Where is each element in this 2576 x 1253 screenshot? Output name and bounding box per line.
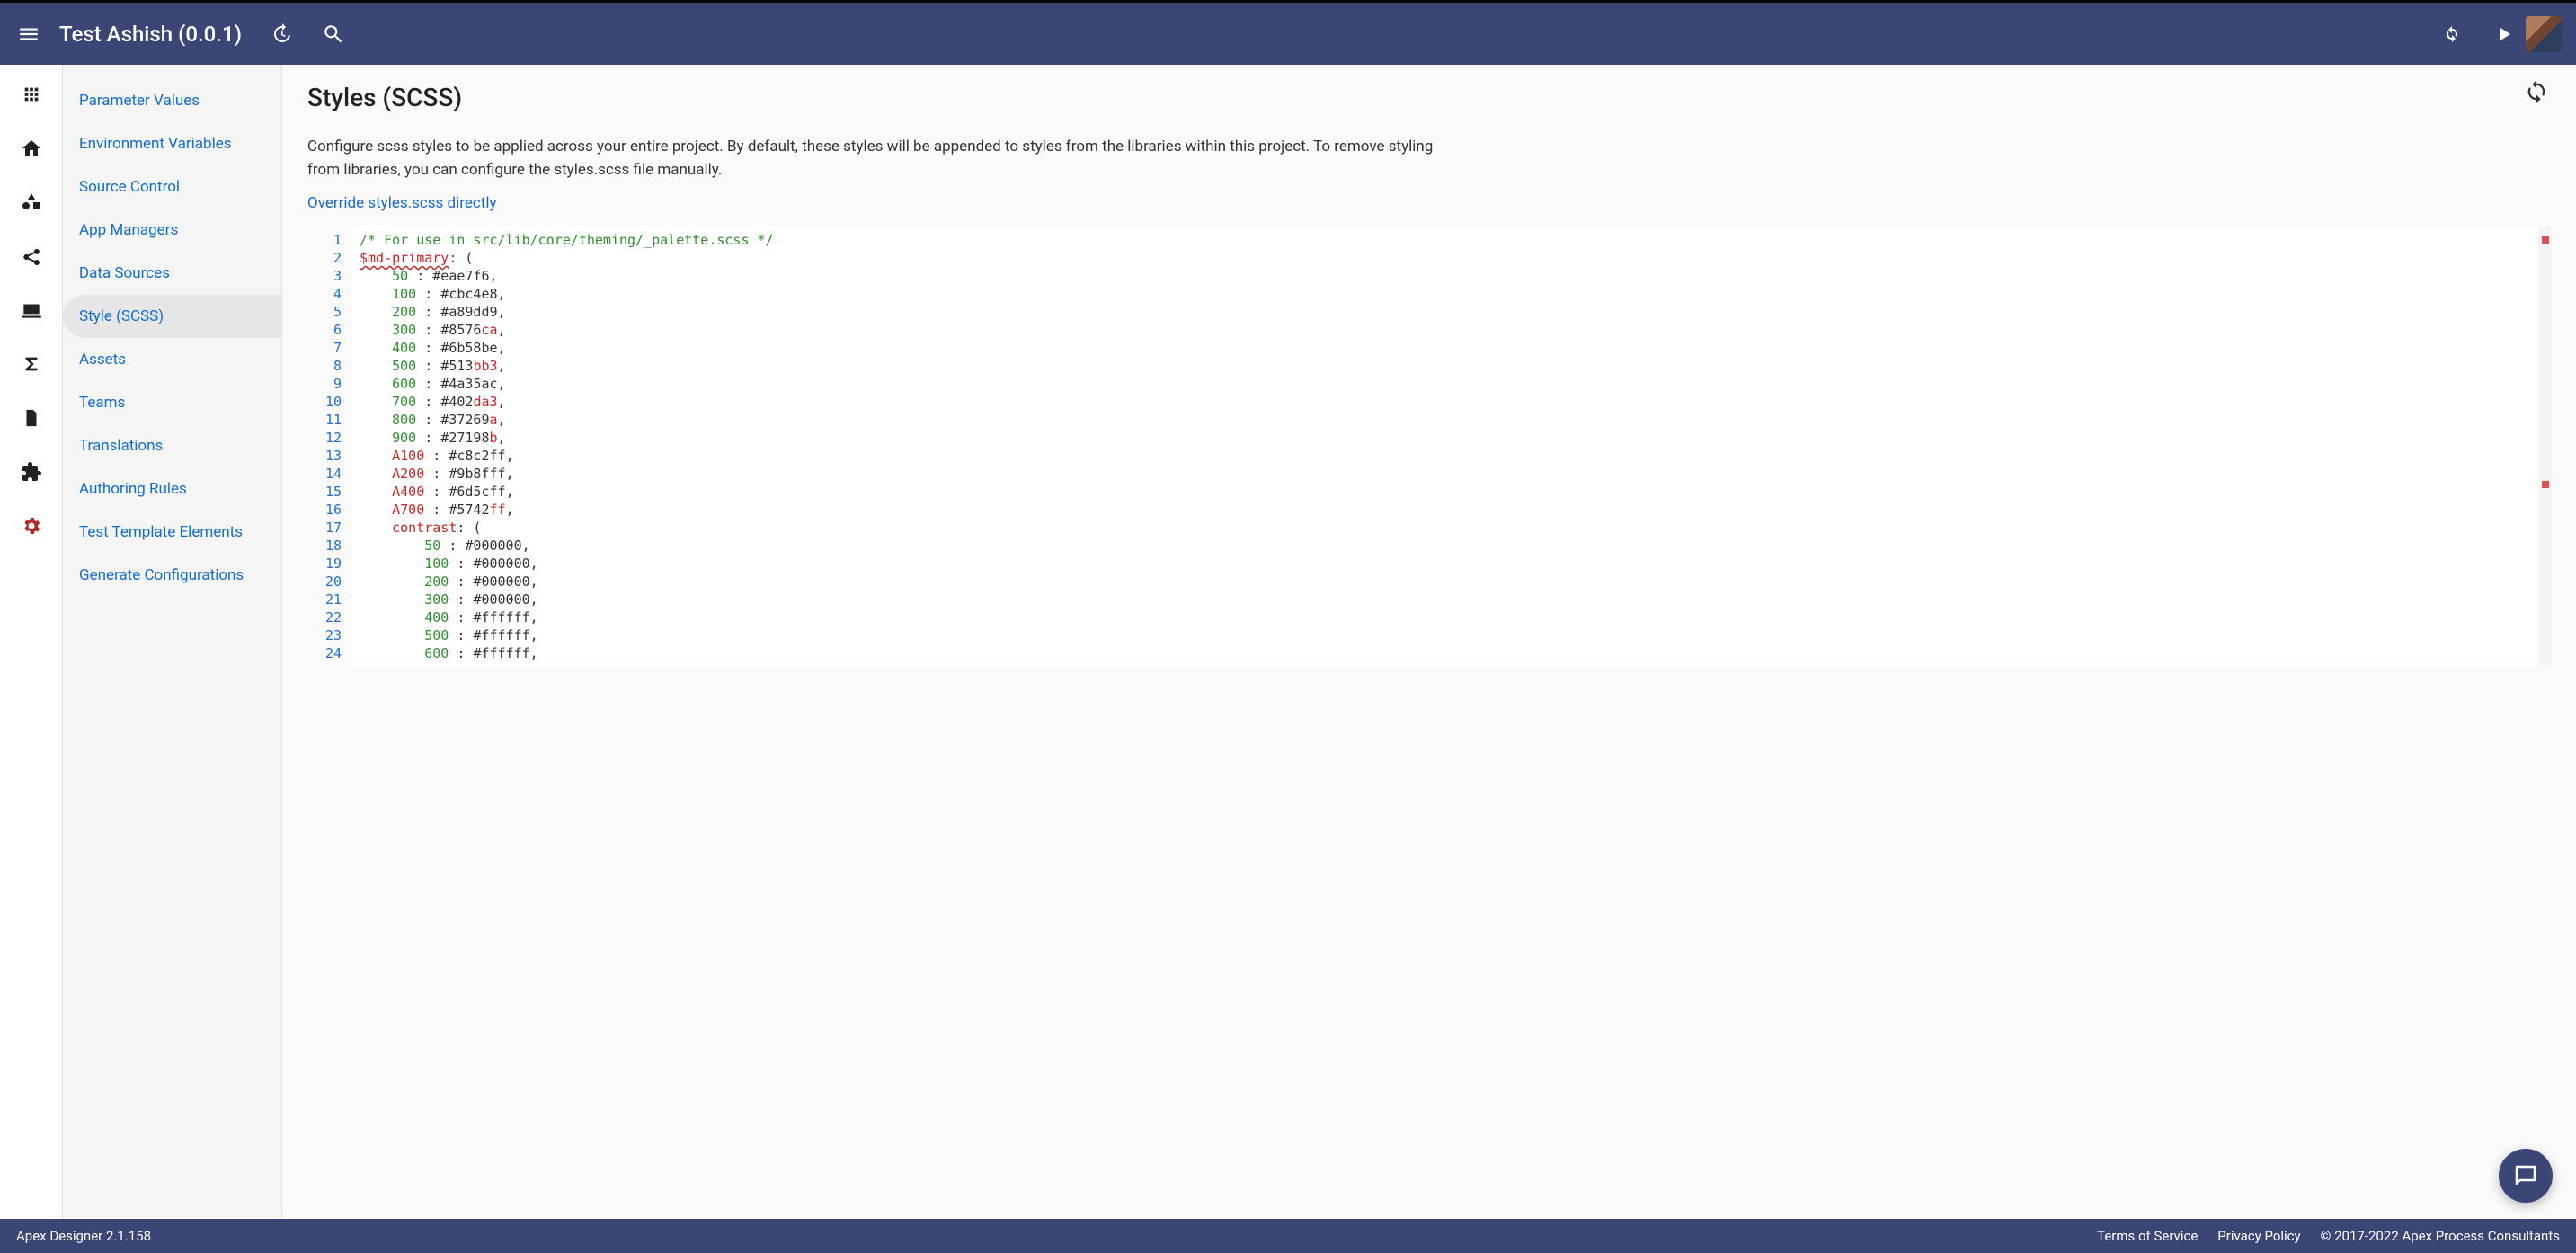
settings-icon[interactable] xyxy=(20,514,43,538)
sync-icon[interactable] xyxy=(2524,79,2551,106)
sidebar-item[interactable]: Generate Configurations xyxy=(63,554,281,597)
side-menu: Parameter ValuesEnvironment VariablesSou… xyxy=(63,65,282,1219)
sigma-icon[interactable] xyxy=(20,352,43,376)
top-bar: Test Ashish (0.0.1) xyxy=(0,0,2576,65)
content-area: Styles (SCSS) Configure scss styles to b… xyxy=(282,65,2576,1219)
sidebar-item[interactable]: Style (SCSS) xyxy=(63,295,281,338)
sidebar-item[interactable]: Teams xyxy=(63,381,281,424)
sidebar-item[interactable]: Translations xyxy=(63,424,281,467)
footer-version: Apex Designer 2.1.158 xyxy=(16,1228,151,1244)
sidebar-item[interactable]: Environment Variables xyxy=(63,122,281,165)
code-body[interactable]: /* For use in src/lib/core/theming/_pale… xyxy=(352,227,2538,666)
chat-button[interactable] xyxy=(2499,1149,2553,1203)
minimap-marker xyxy=(2542,481,2549,488)
extension-icon[interactable] xyxy=(20,460,43,484)
search-icon[interactable] xyxy=(321,22,346,47)
sidebar-item[interactable]: Test Template Elements xyxy=(63,511,281,554)
app-title: Test Ashish (0.0.1) xyxy=(59,22,242,47)
history-icon[interactable] xyxy=(269,22,294,47)
hamburger-menu-button[interactable] xyxy=(14,20,43,49)
sidebar-item[interactable]: Source Control xyxy=(63,165,281,209)
main-area: Parameter ValuesEnvironment VariablesSou… xyxy=(0,65,2576,1219)
file-icon[interactable] xyxy=(20,406,43,430)
home-icon[interactable] xyxy=(20,137,43,160)
footer-tos-link[interactable]: Terms of Service xyxy=(2097,1228,2198,1244)
sidebar-item[interactable]: Assets xyxy=(63,338,281,381)
laptop-icon[interactable] xyxy=(20,298,43,322)
sidebar-item[interactable]: App Managers xyxy=(63,209,281,252)
minimap-marker xyxy=(2542,236,2549,244)
override-link[interactable]: Override styles.scss directly xyxy=(307,194,497,212)
footer-privacy-link[interactable]: Privacy Policy xyxy=(2217,1228,2300,1244)
footer: Apex Designer 2.1.158 Terms of Service P… xyxy=(0,1219,2576,1253)
footer-copyright: © 2017-2022 Apex Process Consultants xyxy=(2321,1228,2560,1244)
shapes-icon[interactable] xyxy=(20,191,43,214)
sidebar-item[interactable]: Authoring Rules xyxy=(63,467,281,511)
refresh-icon[interactable] xyxy=(2439,22,2465,47)
code-editor[interactable]: 123456789101112131415161718192021222324 … xyxy=(307,227,2551,666)
minimap[interactable] xyxy=(2538,227,2551,666)
play-icon[interactable] xyxy=(2492,22,2517,47)
avatar[interactable] xyxy=(2526,16,2562,52)
sidebar-item[interactable]: Parameter Values xyxy=(63,79,281,122)
share-icon[interactable] xyxy=(20,244,43,268)
icon-rail xyxy=(0,65,63,1219)
sidebar-item[interactable]: Data Sources xyxy=(63,252,281,295)
page-title: Styles (SCSS) xyxy=(307,83,2551,112)
page-description: Configure scss styles to be applied acro… xyxy=(307,136,1440,182)
line-gutter: 123456789101112131415161718192021222324 xyxy=(307,227,352,666)
apps-icon[interactable] xyxy=(20,83,43,106)
